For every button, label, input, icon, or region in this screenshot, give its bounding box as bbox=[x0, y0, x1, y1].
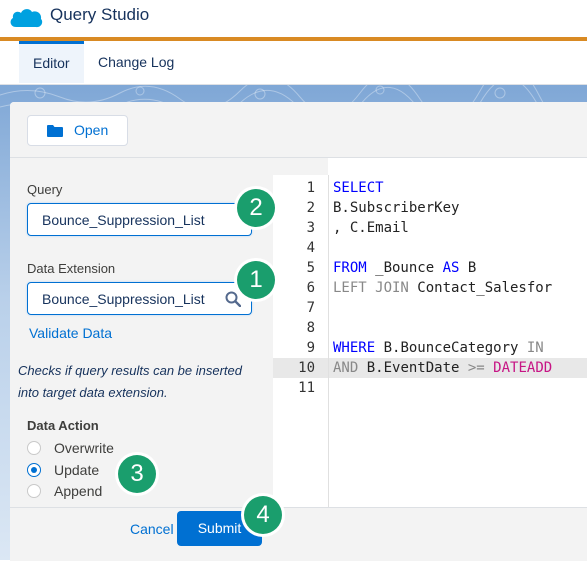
open-button-label: Open bbox=[74, 122, 109, 138]
callout-badge-2: 2 bbox=[237, 189, 275, 227]
data-action-label: Data Action bbox=[27, 418, 99, 433]
code-token: B.BounceCategory bbox=[375, 340, 527, 356]
query-name-input[interactable]: Bounce_Suppression_List bbox=[27, 203, 252, 236]
query-label: Query bbox=[27, 182, 63, 197]
search-icon[interactable] bbox=[225, 291, 241, 307]
code-token: B.EventDate bbox=[358, 360, 468, 376]
tab-change-log[interactable]: Change Log bbox=[84, 41, 188, 83]
code-text: FROM _Bounce AS B bbox=[333, 258, 476, 278]
code-token: AS bbox=[442, 260, 460, 276]
code-line-content bbox=[329, 378, 587, 398]
validate-help-text: Checks if query results can be inserted … bbox=[18, 363, 242, 400]
code-text: SELECT bbox=[333, 178, 384, 198]
radio-append-label: Append bbox=[54, 483, 103, 499]
code-token: B.SubscriberKey bbox=[333, 200, 460, 216]
tab-bar: Editor Change Log bbox=[0, 41, 587, 85]
code-line-content: AND B.EventDate >= DATEADD bbox=[329, 358, 587, 378]
line-number: 10 bbox=[273, 358, 328, 378]
code-token: _Bounce bbox=[366, 260, 443, 276]
folder-icon bbox=[47, 125, 63, 137]
query-name-value: Bounce_Suppression_List bbox=[42, 212, 205, 228]
radio-append-control[interactable] bbox=[27, 484, 41, 498]
app-header: Query Studio bbox=[0, 0, 587, 37]
line-number: 2 bbox=[306, 200, 315, 216]
data-extension-label: Data Extension bbox=[27, 261, 116, 276]
code-line-content: WHERE B.BounceCategory IN bbox=[329, 338, 587, 358]
callout-badge-3: 3 bbox=[118, 455, 156, 493]
code-line[interactable]: 6 LEFT JOIN Contact_Salesfor bbox=[273, 278, 587, 298]
code-line[interactable]: 8 bbox=[273, 318, 587, 338]
radio-update-label: Update bbox=[54, 462, 100, 478]
radio-overwrite-control[interactable] bbox=[27, 441, 41, 455]
line-number: 3 bbox=[306, 220, 315, 236]
code-line[interactable]: 11 bbox=[273, 378, 587, 398]
code-text: B.SubscriberKey bbox=[333, 198, 459, 218]
cancel-button[interactable]: Cancel bbox=[130, 521, 174, 537]
code-token: Contact_Salesfor bbox=[408, 280, 553, 296]
line-number: 4 bbox=[306, 240, 315, 256]
data-extension-input[interactable]: Bounce_Suppression_List bbox=[27, 282, 252, 315]
code-line-content: , C.Email bbox=[329, 218, 587, 238]
line-number: 5 bbox=[306, 260, 315, 276]
code-line[interactable]: 10 AND B.EventDate >= DATEADD bbox=[273, 358, 587, 378]
line-number: 1 bbox=[306, 180, 315, 196]
code-line-content: B.SubscriberKey bbox=[329, 198, 587, 218]
code-line[interactable]: 9 WHERE B.BounceCategory IN bbox=[273, 338, 587, 358]
code-token: , C.Email bbox=[333, 220, 409, 236]
code-token: B bbox=[459, 260, 477, 276]
code-line[interactable]: 3 , C.Email bbox=[273, 218, 587, 238]
code-token: AND bbox=[333, 360, 359, 376]
code-token: DATEADD bbox=[493, 360, 553, 376]
line-number: 7 bbox=[306, 300, 315, 316]
code-line[interactable]: 5 FROM _Bounce AS B bbox=[273, 258, 587, 278]
code-line-content bbox=[329, 318, 587, 338]
card-footer bbox=[10, 507, 587, 561]
code-token: FROM bbox=[333, 260, 367, 276]
code-line-content: FROM _Bounce AS B bbox=[329, 258, 587, 278]
code-line-content bbox=[329, 298, 587, 318]
code-line[interactable]: 4 bbox=[273, 238, 587, 258]
sql-editor[interactable]: 1 SELECT 2 B.SubscriberKey 3 , C.Email 4 5 FROM … bbox=[273, 175, 587, 507]
line-number: 9 bbox=[306, 340, 315, 356]
line-number: 6 bbox=[306, 280, 315, 296]
code-line[interactable]: 1 SELECT bbox=[273, 178, 587, 198]
callout-badge-1: 1 bbox=[237, 261, 275, 299]
code-token: LEFT JOIN bbox=[333, 280, 409, 296]
app-title: Query Studio bbox=[50, 5, 150, 24]
open-button[interactable]: Open bbox=[27, 115, 128, 146]
code-token: WHERE bbox=[333, 340, 376, 356]
radio-overwrite-label: Overwrite bbox=[54, 440, 114, 456]
code-line[interactable]: 7 bbox=[273, 298, 587, 318]
code-line-content: SELECT bbox=[329, 178, 587, 198]
salesforce-cloud-logo bbox=[10, 9, 43, 28]
data-extension-value: Bounce_Suppression_List bbox=[42, 291, 205, 307]
tab-editor[interactable]: Editor bbox=[19, 41, 84, 83]
code-line-content: LEFT JOIN Contact_Salesfor bbox=[329, 278, 587, 298]
code-line[interactable]: 2 B.SubscriberKey bbox=[273, 198, 587, 218]
validate-data-link[interactable]: Validate Data bbox=[29, 325, 112, 341]
callout-badge-4: 4 bbox=[244, 496, 282, 534]
code-token: SELECT bbox=[333, 180, 384, 196]
line-number: 8 bbox=[306, 320, 315, 336]
code-text: LEFT JOIN Contact_Salesfor bbox=[333, 278, 552, 298]
code-token: IN bbox=[526, 340, 544, 356]
code-text: AND B.EventDate >= DATEADD bbox=[333, 358, 552, 378]
radio-update-control[interactable] bbox=[27, 463, 41, 477]
line-number: 11 bbox=[298, 380, 315, 396]
code-text: , C.Email bbox=[333, 218, 409, 238]
code-text: WHERE B.BounceCategory IN bbox=[333, 338, 544, 358]
code-token: >= bbox=[467, 360, 485, 376]
code-line-content bbox=[329, 238, 587, 258]
